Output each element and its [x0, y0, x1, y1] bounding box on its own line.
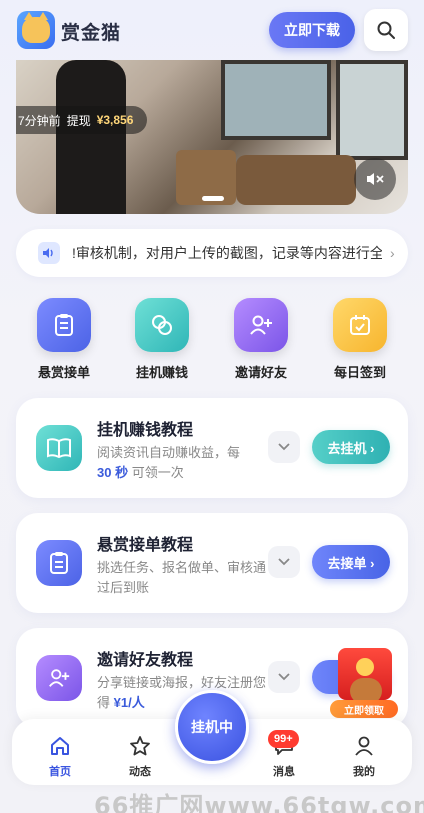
withdraw-label: 提现 — [66, 113, 91, 128]
tutorial-card-idle: 挂机赚钱教程 阅读资讯自动赚收益，每 30 秒 可领一次 去挂机 › — [16, 398, 408, 498]
shortcut-idle-earn[interactable]: 挂机赚钱 — [122, 298, 202, 381]
calendar-check-icon — [333, 298, 387, 352]
search-button[interactable] — [364, 9, 408, 51]
expand-button[interactable] — [268, 546, 300, 578]
card-title: 悬赏接单教程 — [97, 537, 194, 554]
add-user-icon — [36, 655, 82, 701]
carousel-indicator — [202, 196, 224, 201]
add-user-icon — [234, 298, 288, 352]
chevron-right-icon: › — [390, 245, 395, 261]
expand-button[interactable] — [268, 431, 300, 463]
shortcut-daily-checkin[interactable]: 每日签到 — [320, 298, 400, 381]
cat-logo-icon — [22, 12, 50, 43]
book-icon — [36, 425, 82, 471]
user-icon — [355, 736, 373, 756]
red-packet-label: 立即领取 — [330, 700, 398, 718]
notice-text: !审核机制，对用户上传的截图，记录等内容进行全方 — [72, 245, 382, 261]
clipboard-icon — [37, 298, 91, 352]
chevron-down-icon — [278, 443, 290, 451]
nav-label: 首页 — [49, 766, 71, 778]
card-title: 邀请好友教程 — [97, 652, 194, 669]
download-button[interactable]: 立即下载 — [269, 12, 355, 48]
shortcut-invite-friends[interactable]: 邀请好友 — [221, 298, 301, 381]
watermark-text: 66推广网www.66tgw.com — [94, 792, 424, 813]
search-icon — [377, 21, 395, 39]
nav-label: 消息 — [273, 766, 295, 778]
shortcut-label: 挂机赚钱 — [135, 365, 188, 380]
shortcut-label: 悬赏接单 — [37, 365, 90, 380]
app-header: 赏金猫 立即下载 — [0, 0, 424, 62]
go-bounty-button[interactable]: 去接单 › — [312, 545, 390, 579]
chevron-down-icon — [278, 558, 290, 566]
withdraw-amount: ¥3,856 — [96, 113, 134, 127]
mute-button[interactable] — [354, 158, 396, 200]
go-idle-button[interactable]: 去挂机 › — [312, 430, 390, 464]
red-packet-float[interactable]: 立即领取 — [330, 648, 398, 718]
chevron-down-icon — [278, 673, 290, 681]
card-description: 挑选任务、报名做单、审核通过后到账 — [97, 560, 267, 595]
notice-bar[interactable]: !审核机制，对用户上传的截图，记录等内容进行全方 › — [16, 229, 408, 277]
withdraw-time: 7分钟前 — [18, 113, 61, 128]
tutorial-card-bounty: 悬赏接单教程 挑选任务、报名做单、审核通过后到账 去接单 › — [16, 513, 408, 613]
shortcut-bounty-orders[interactable]: 悬赏接单 — [24, 298, 104, 381]
mute-icon — [367, 173, 384, 185]
nav-profile[interactable]: 我的 — [334, 735, 394, 779]
app-name: 赏金猫 — [61, 23, 122, 44]
nav-label: 我的 — [353, 766, 375, 778]
clipboard-icon — [36, 540, 82, 586]
message-badge: 99+ — [268, 730, 299, 748]
expand-button[interactable] — [268, 661, 300, 693]
shortcut-label: 每日签到 — [333, 365, 386, 380]
withdraw-ticker: 7分钟前 提现 ¥3,856 — [16, 106, 148, 134]
speaker-icon — [38, 242, 60, 264]
nav-feed[interactable]: 动态 — [110, 735, 170, 779]
nav-home[interactable]: 首页 — [30, 735, 90, 779]
coins-icon — [135, 298, 189, 352]
idle-center-button[interactable]: 挂机中 — [175, 690, 249, 764]
nav-label: 动态 — [129, 766, 151, 778]
video-banner[interactable]: 7分钟前 提现 ¥3,856 — [16, 60, 408, 214]
home-icon — [51, 737, 69, 755]
app-logo — [17, 11, 55, 49]
card-title: 挂机赚钱教程 — [97, 422, 194, 439]
star-icon — [130, 736, 150, 756]
shortcut-label: 邀请好友 — [234, 365, 287, 380]
card-description: 阅读资讯自动赚收益，每 30 秒 可领一次 — [97, 445, 241, 480]
